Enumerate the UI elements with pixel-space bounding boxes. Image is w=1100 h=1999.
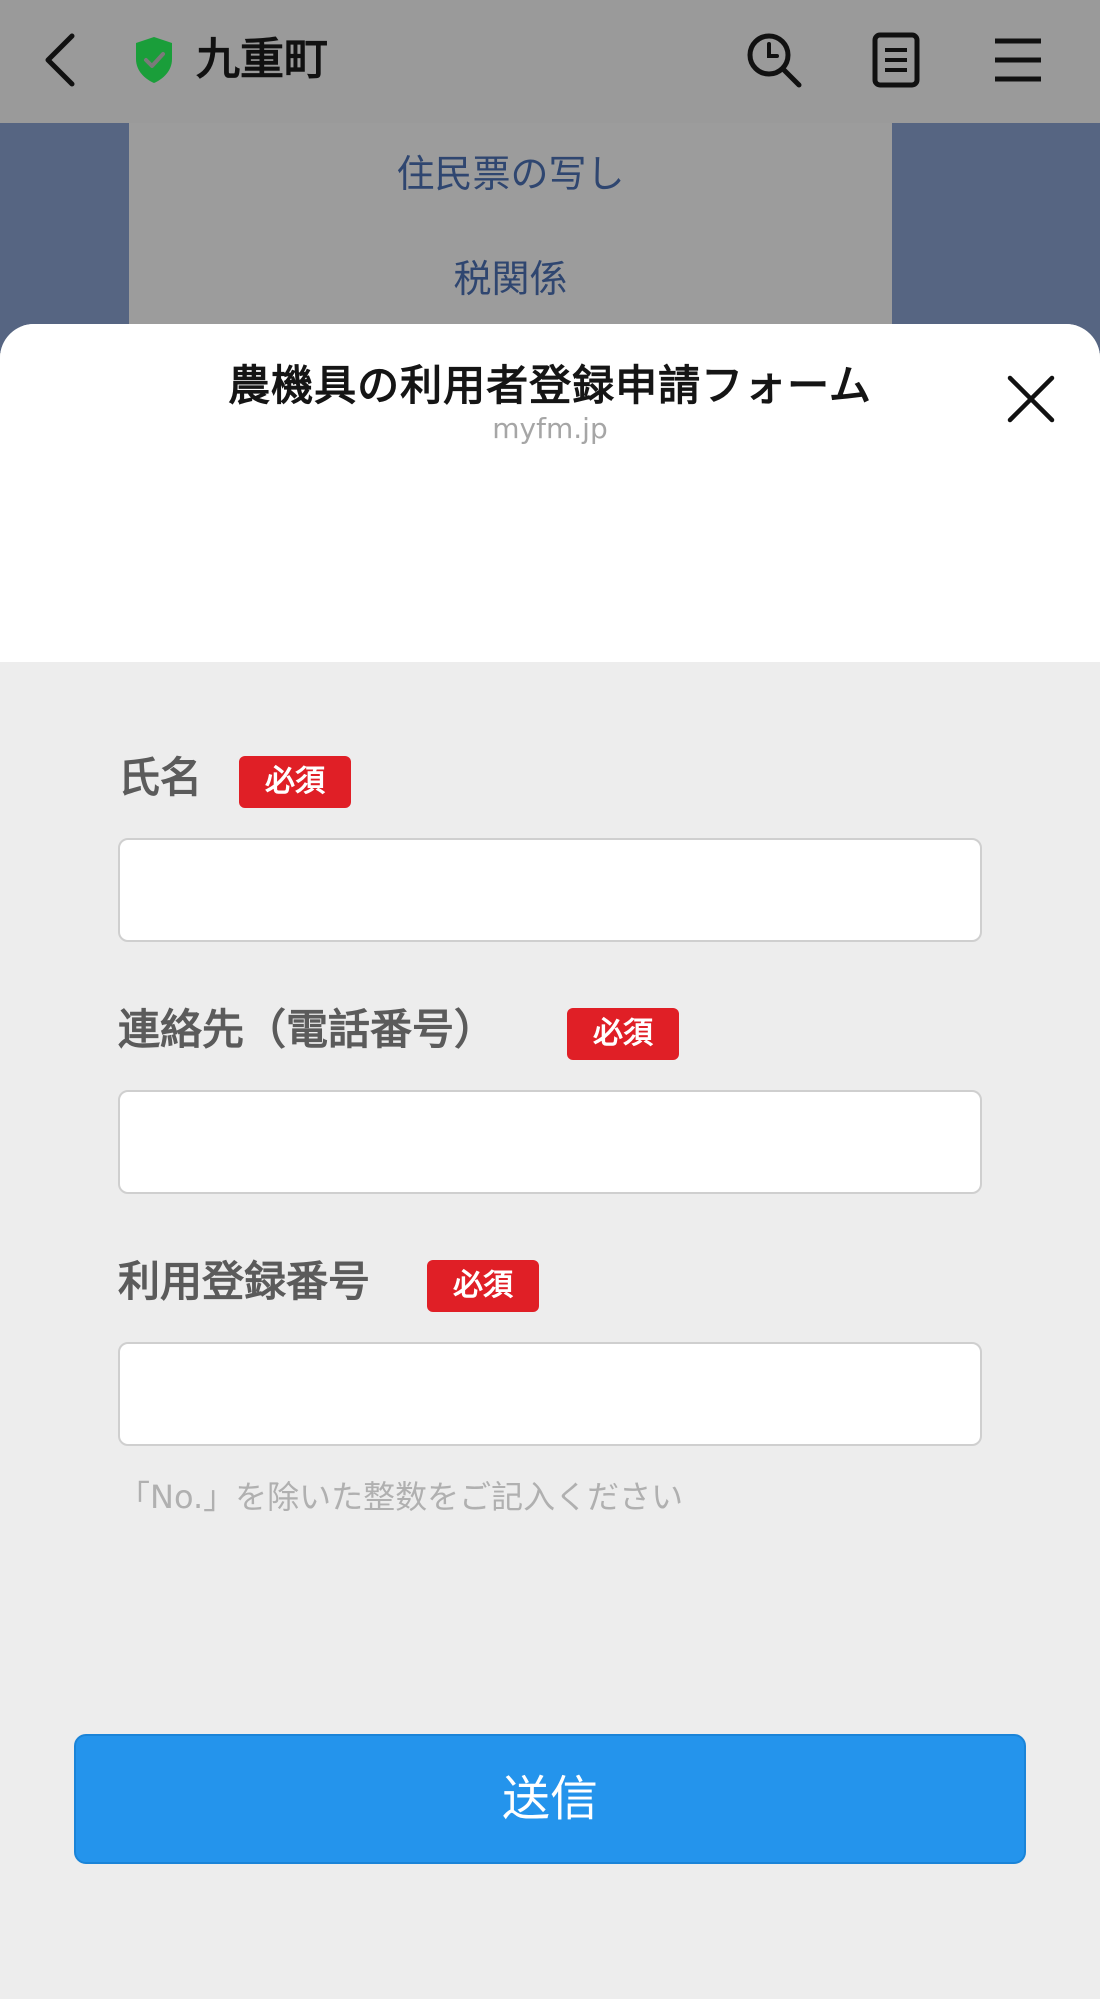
required-badge: 必須 [239, 756, 351, 808]
submit-button[interactable]: 送信 [74, 1734, 1026, 1864]
background-menu-item[interactable]: 税関係 [129, 248, 892, 303]
note-icon[interactable] [864, 28, 928, 92]
account-name[interactable]: 九重町 [196, 30, 328, 90]
phone-input[interactable] [118, 1090, 982, 1194]
close-icon[interactable] [1004, 372, 1058, 426]
form-sheet: 農機具の利用者登録申請フォーム myfm.jp 氏名 必須 連絡先（電話番号） … [0, 324, 1100, 1999]
search-icon[interactable] [742, 28, 806, 92]
menu-icon[interactable] [986, 28, 1050, 92]
phone-label: 連絡先（電話番号） [118, 1005, 497, 1054]
app-header: 九重町 [0, 0, 1100, 123]
sheet-header: 農機具の利用者登録申請フォーム myfm.jp [0, 324, 1100, 662]
registration-number-label: 利用登録番号 [118, 1257, 371, 1306]
verified-shield-icon [130, 32, 178, 88]
name-input[interactable] [118, 838, 982, 942]
registration-number-hint: 「No.」を除いた整数をご記入ください [118, 1478, 684, 1516]
background-panel-right [892, 123, 1100, 353]
back-icon[interactable] [28, 28, 92, 92]
name-label: 氏名 [118, 753, 203, 802]
required-badge: 必須 [427, 1260, 539, 1312]
registration-number-input[interactable] [118, 1342, 982, 1446]
background-menu: 住民票の写し 税関係 [129, 123, 892, 353]
background-menu-item[interactable]: 住民票の写し [129, 143, 892, 198]
sheet-title: 農機具の利用者登録申請フォーム [228, 361, 872, 410]
sheet-domain: myfm.jp [492, 412, 608, 445]
required-badge: 必須 [567, 1008, 679, 1060]
background-panel-left [0, 123, 129, 353]
